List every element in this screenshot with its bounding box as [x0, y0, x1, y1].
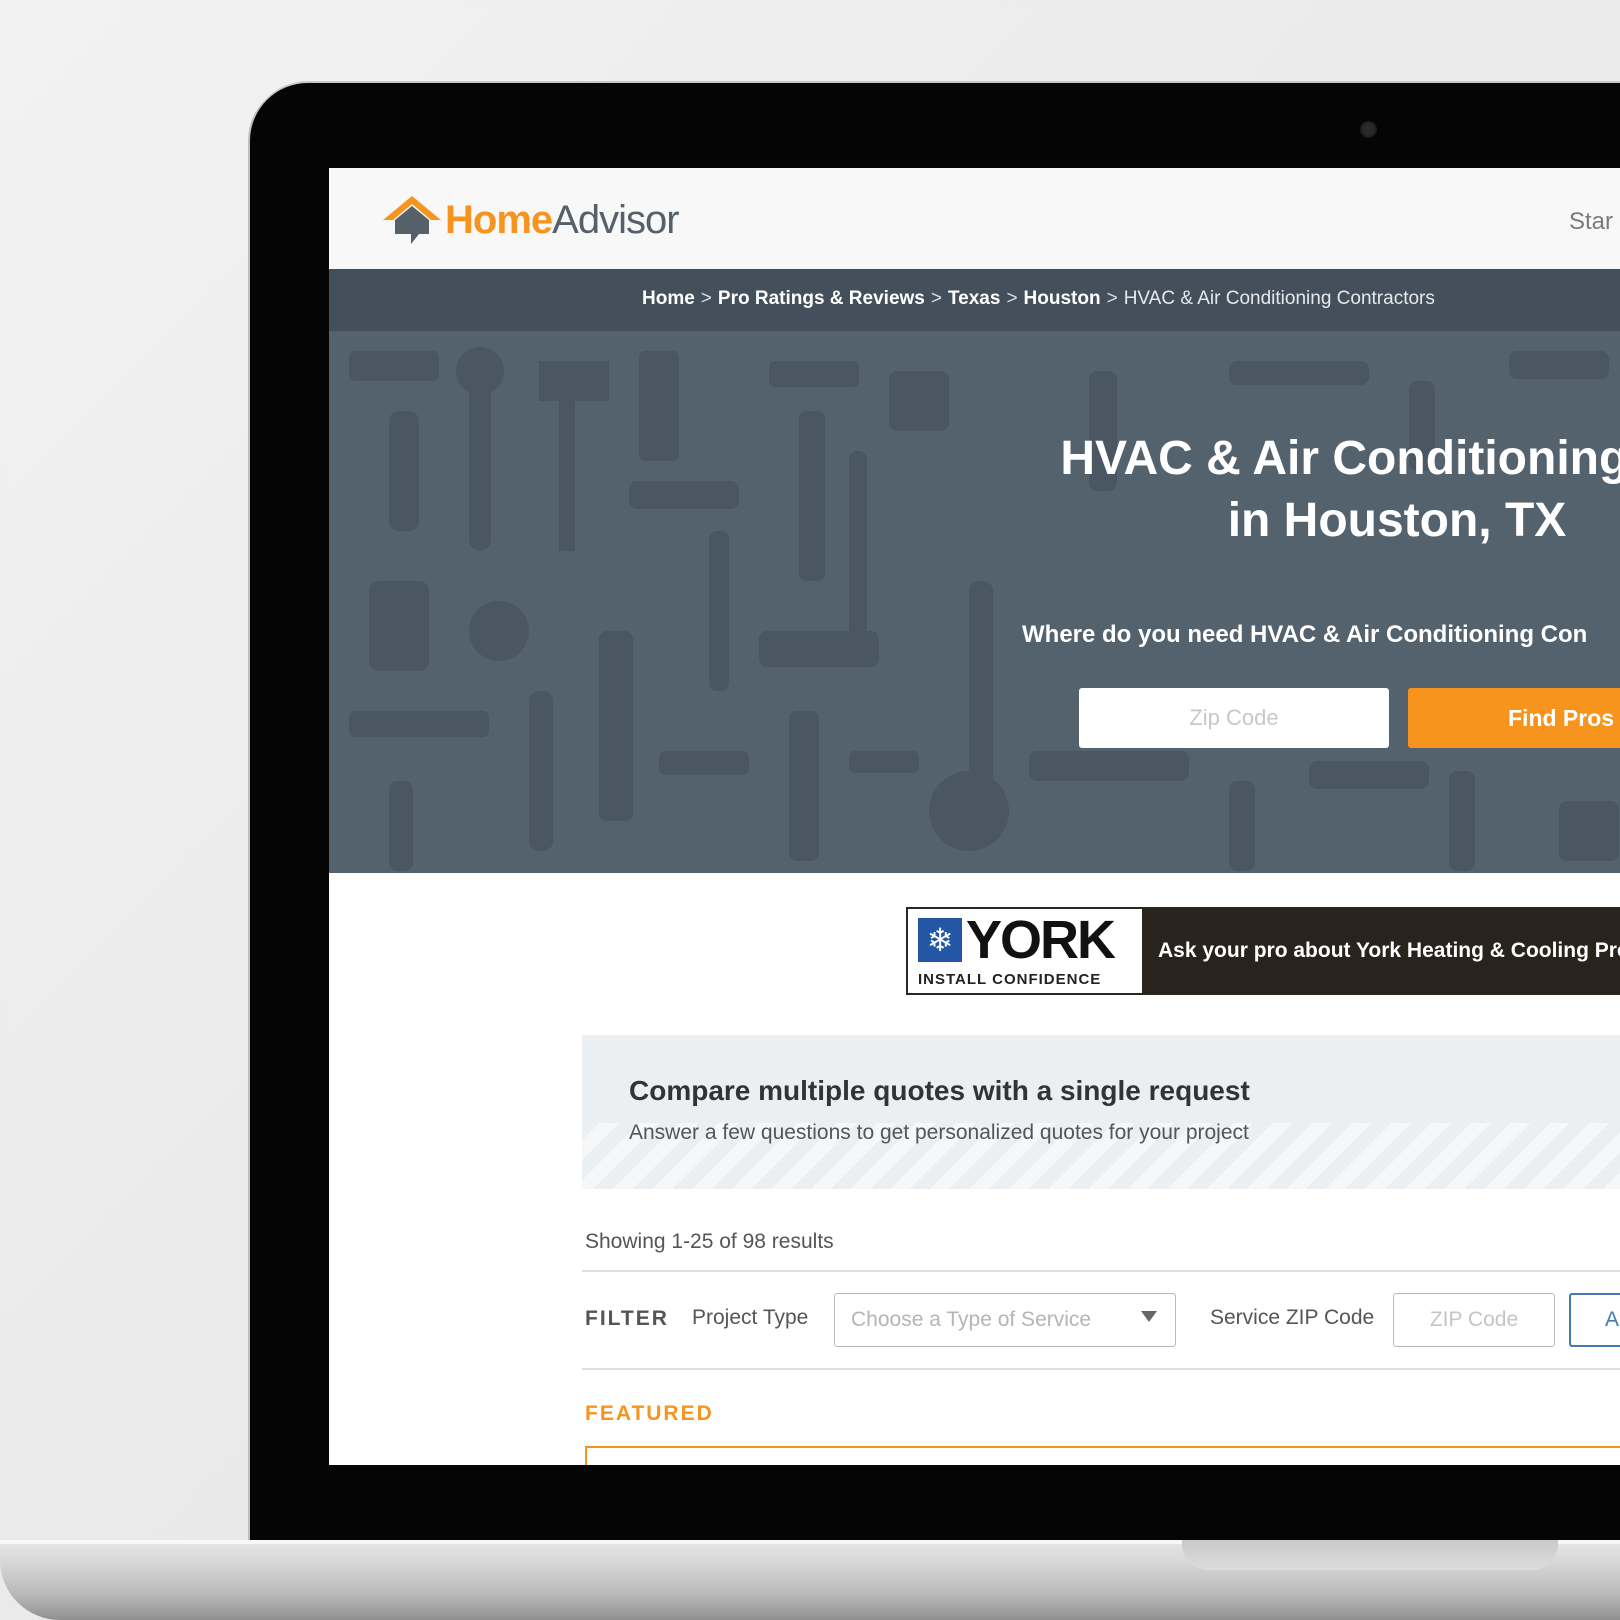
page-title-line-1: HVAC & Air Conditioning Co: [1060, 432, 1620, 485]
featured-label: FEATURED: [585, 1402, 714, 1425]
results-count: Showing 1-25 of 98 results: [585, 1230, 834, 1253]
breadcrumb-separator: >: [700, 288, 712, 309]
logo-advisor-text: Advisor: [552, 197, 679, 242]
homeadvisor-logo[interactable]: HomeAdvisor: [381, 194, 680, 246]
breadcrumb-houston[interactable]: Houston: [1024, 288, 1101, 309]
breadcrumb-bar: Home > Pro Ratings & Reviews > Texas > Houston…: [329, 269, 1620, 331]
breadcrumb-pro-ratings[interactable]: Pro Ratings & Reviews: [718, 288, 925, 309]
page-title: HVAC & Air Conditioning Co in Houston, T…: [883, 428, 1620, 552]
site-header: HomeAdvisor Star: [329, 168, 1620, 269]
breadcrumb: Home > Pro Ratings & Reviews > Texas > Houston…: [642, 288, 1435, 310]
hero-section: HVAC & Air Conditioning Co in Houston, T…: [329, 331, 1620, 873]
find-pros-button[interactable]: Find Pros: [1408, 688, 1620, 748]
chevron-down-icon: [1141, 1311, 1157, 1322]
hero-zip-input[interactable]: [1079, 688, 1389, 748]
breadcrumb-separator: >: [1006, 288, 1018, 309]
compare-title: Compare multiple quotes with a single re…: [629, 1075, 1250, 1106]
breadcrumb-separator: >: [1106, 288, 1118, 309]
start-project-link[interactable]: Star: [1569, 208, 1613, 236]
service-type-select[interactable]: Choose a Type of Service: [834, 1293, 1176, 1347]
location-question: Where do you need HVAC & Air Conditionin…: [1022, 621, 1588, 648]
tools-pattern-background: [349, 347, 1619, 871]
breadcrumb-texas[interactable]: Texas: [948, 288, 1000, 309]
browser-viewport: HomeAdvisor Star Home > Pro Ratings & Revi…: [329, 168, 1620, 1465]
webcam-icon: [1360, 121, 1377, 138]
york-tagline: INSTALL CONFIDENCE: [918, 971, 1102, 988]
laptop-lid-notch: [1182, 1540, 1558, 1570]
breadcrumb-current: HVAC & Air Conditioning Contractors: [1123, 288, 1435, 309]
divider: [582, 1368, 1620, 1370]
divider: [582, 1270, 1620, 1272]
york-ad-banner[interactable]: ❄ YORK INSTALL CONFIDENCE Ask your pro a…: [906, 907, 1620, 995]
service-zip-input[interactable]: [1393, 1293, 1555, 1347]
service-zip-label: Service ZIP Code: [1210, 1306, 1375, 1329]
compare-subtitle: Answer a few questions to get personaliz…: [629, 1121, 1249, 1144]
logo-home-text: Home: [445, 197, 553, 242]
snowflake-icon: ❄: [918, 918, 962, 962]
apply-filter-button[interactable]: A: [1569, 1293, 1620, 1347]
featured-pro-card[interactable]: [585, 1446, 1620, 1465]
project-type-label: Project Type: [692, 1306, 809, 1329]
filter-label: FILTER: [585, 1307, 669, 1330]
breadcrumb-home[interactable]: Home: [642, 288, 695, 309]
page-title-line-2: in Houston, TX: [1227, 494, 1567, 547]
york-brand-text: YORK: [966, 910, 1116, 970]
service-type-placeholder: Choose a Type of Service: [851, 1308, 1092, 1331]
breadcrumb-separator: >: [930, 288, 942, 309]
york-ad-message: Ask your pro about York Heating & Coolin…: [1142, 909, 1620, 993]
compare-quotes-box[interactable]: Compare multiple quotes with a single re…: [582, 1035, 1620, 1189]
york-logo: ❄ YORK INSTALL CONFIDENCE: [908, 909, 1142, 993]
house-logo-icon: [383, 196, 441, 244]
